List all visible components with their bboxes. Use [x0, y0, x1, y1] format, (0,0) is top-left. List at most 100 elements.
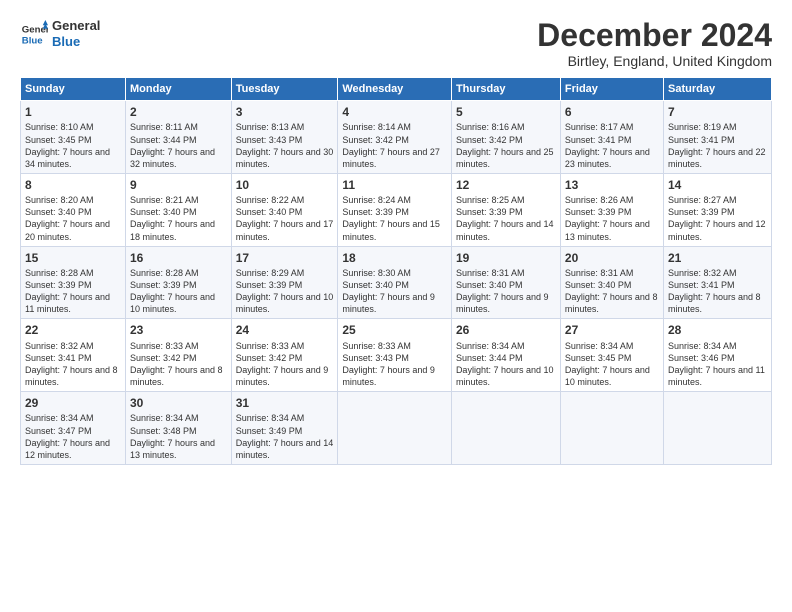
logo-icon: General Blue [20, 20, 48, 48]
sunrise-text: Sunrise: 8:32 AM [668, 267, 767, 279]
sunset-text: Sunset: 3:46 PM [668, 352, 767, 364]
daylight-text: Daylight: 7 hours and 14 minutes. [456, 218, 556, 242]
sunrise-text: Sunrise: 8:34 AM [565, 340, 659, 352]
column-header-wednesday: Wednesday [338, 78, 452, 101]
calendar-week-5: 29Sunrise: 8:34 AMSunset: 3:47 PMDayligh… [21, 392, 772, 465]
daylight-text: Daylight: 7 hours and 10 minutes. [565, 364, 659, 388]
daylight-text: Daylight: 7 hours and 12 minutes. [668, 218, 767, 242]
sunrise-text: Sunrise: 8:28 AM [25, 267, 121, 279]
sunset-text: Sunset: 3:40 PM [565, 279, 659, 291]
sunrise-text: Sunrise: 8:16 AM [456, 121, 556, 133]
calendar-cell: 24Sunrise: 8:33 AMSunset: 3:42 PMDayligh… [231, 319, 338, 392]
sunrise-text: Sunrise: 8:29 AM [236, 267, 334, 279]
sunrise-text: Sunrise: 8:22 AM [236, 194, 334, 206]
daylight-text: Daylight: 7 hours and 22 minutes. [668, 146, 767, 170]
calendar-cell: 12Sunrise: 8:25 AMSunset: 3:39 PMDayligh… [451, 173, 560, 246]
main-title: December 2024 [537, 18, 772, 53]
sunrise-text: Sunrise: 8:34 AM [236, 412, 334, 424]
sunrise-text: Sunrise: 8:21 AM [130, 194, 227, 206]
day-number: 13 [565, 177, 659, 193]
day-number: 4 [342, 104, 447, 120]
daylight-text: Daylight: 7 hours and 10 minutes. [236, 291, 334, 315]
sunset-text: Sunset: 3:44 PM [130, 134, 227, 146]
sunrise-text: Sunrise: 8:33 AM [130, 340, 227, 352]
calendar-cell: 30Sunrise: 8:34 AMSunset: 3:48 PMDayligh… [126, 392, 232, 465]
sunset-text: Sunset: 3:45 PM [565, 352, 659, 364]
sunset-text: Sunset: 3:45 PM [25, 134, 121, 146]
sunset-text: Sunset: 3:40 PM [236, 206, 334, 218]
daylight-text: Daylight: 7 hours and 11 minutes. [25, 291, 121, 315]
day-number: 19 [456, 250, 556, 266]
day-number: 17 [236, 250, 334, 266]
sunset-text: Sunset: 3:49 PM [236, 425, 334, 437]
calendar-table: SundayMondayTuesdayWednesdayThursdayFrid… [20, 77, 772, 465]
calendar-cell: 1Sunrise: 8:10 AMSunset: 3:45 PMDaylight… [21, 101, 126, 174]
day-number: 5 [456, 104, 556, 120]
day-number: 9 [130, 177, 227, 193]
sunrise-text: Sunrise: 8:31 AM [565, 267, 659, 279]
column-header-thursday: Thursday [451, 78, 560, 101]
logo-line1: General [52, 18, 100, 34]
daylight-text: Daylight: 7 hours and 9 minutes. [342, 291, 447, 315]
day-number: 20 [565, 250, 659, 266]
day-number: 3 [236, 104, 334, 120]
calendar-cell: 15Sunrise: 8:28 AMSunset: 3:39 PMDayligh… [21, 246, 126, 319]
sunset-text: Sunset: 3:44 PM [456, 352, 556, 364]
svg-text:Blue: Blue [22, 35, 43, 46]
calendar-cell: 6Sunrise: 8:17 AMSunset: 3:41 PMDaylight… [560, 101, 663, 174]
sunset-text: Sunset: 3:39 PM [668, 206, 767, 218]
daylight-text: Daylight: 7 hours and 23 minutes. [565, 146, 659, 170]
sunrise-text: Sunrise: 8:20 AM [25, 194, 121, 206]
day-number: 29 [25, 395, 121, 411]
calendar-cell: 13Sunrise: 8:26 AMSunset: 3:39 PMDayligh… [560, 173, 663, 246]
day-number: 31 [236, 395, 334, 411]
sunset-text: Sunset: 3:39 PM [25, 279, 121, 291]
calendar-page: General Blue General Blue December 2024 … [0, 0, 792, 612]
calendar-cell: 14Sunrise: 8:27 AMSunset: 3:39 PMDayligh… [663, 173, 771, 246]
daylight-text: Daylight: 7 hours and 9 minutes. [236, 364, 334, 388]
sunrise-text: Sunrise: 8:14 AM [342, 121, 447, 133]
sunrise-text: Sunrise: 8:17 AM [565, 121, 659, 133]
daylight-text: Daylight: 7 hours and 8 minutes. [668, 291, 767, 315]
sunset-text: Sunset: 3:39 PM [456, 206, 556, 218]
sunset-text: Sunset: 3:42 PM [342, 134, 447, 146]
column-header-tuesday: Tuesday [231, 78, 338, 101]
subtitle: Birtley, England, United Kingdom [537, 53, 772, 69]
day-number: 28 [668, 322, 767, 338]
sunset-text: Sunset: 3:41 PM [668, 279, 767, 291]
sunrise-text: Sunrise: 8:34 AM [25, 412, 121, 424]
sunrise-text: Sunrise: 8:31 AM [456, 267, 556, 279]
day-number: 24 [236, 322, 334, 338]
day-number: 10 [236, 177, 334, 193]
daylight-text: Daylight: 7 hours and 18 minutes. [130, 218, 227, 242]
logo: General Blue General Blue [20, 18, 100, 49]
calendar-cell: 29Sunrise: 8:34 AMSunset: 3:47 PMDayligh… [21, 392, 126, 465]
sunrise-text: Sunrise: 8:34 AM [668, 340, 767, 352]
daylight-text: Daylight: 7 hours and 15 minutes. [342, 218, 447, 242]
sunset-text: Sunset: 3:40 PM [456, 279, 556, 291]
daylight-text: Daylight: 7 hours and 25 minutes. [456, 146, 556, 170]
day-number: 27 [565, 322, 659, 338]
sunrise-text: Sunrise: 8:28 AM [130, 267, 227, 279]
day-number: 14 [668, 177, 767, 193]
day-number: 30 [130, 395, 227, 411]
logo-line2: Blue [52, 34, 100, 50]
column-header-friday: Friday [560, 78, 663, 101]
day-number: 8 [25, 177, 121, 193]
daylight-text: Daylight: 7 hours and 17 minutes. [236, 218, 334, 242]
day-number: 26 [456, 322, 556, 338]
day-number: 25 [342, 322, 447, 338]
page-header: General Blue General Blue December 2024 … [20, 18, 772, 69]
svg-text:General: General [22, 24, 48, 35]
sunset-text: Sunset: 3:39 PM [236, 279, 334, 291]
day-number: 6 [565, 104, 659, 120]
daylight-text: Daylight: 7 hours and 9 minutes. [342, 364, 447, 388]
column-header-monday: Monday [126, 78, 232, 101]
calendar-cell: 20Sunrise: 8:31 AMSunset: 3:40 PMDayligh… [560, 246, 663, 319]
calendar-cell: 16Sunrise: 8:28 AMSunset: 3:39 PMDayligh… [126, 246, 232, 319]
sunrise-text: Sunrise: 8:26 AM [565, 194, 659, 206]
calendar-week-2: 8Sunrise: 8:20 AMSunset: 3:40 PMDaylight… [21, 173, 772, 246]
sunrise-text: Sunrise: 8:33 AM [342, 340, 447, 352]
calendar-cell: 18Sunrise: 8:30 AMSunset: 3:40 PMDayligh… [338, 246, 452, 319]
calendar-cell [338, 392, 452, 465]
